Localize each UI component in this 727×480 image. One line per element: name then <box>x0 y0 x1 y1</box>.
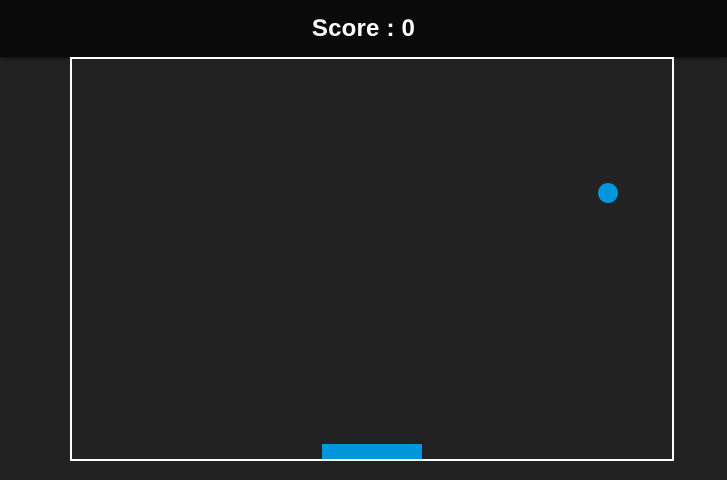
game-board[interactable] <box>70 57 674 461</box>
score-label: Score <box>311 14 380 42</box>
score-value: 0 <box>401 14 416 42</box>
top-bar: Score : 0 <box>0 0 727 57</box>
score-separator: : <box>386 14 395 42</box>
score-display: Score : 0 <box>312 15 415 43</box>
paddle[interactable] <box>322 444 422 459</box>
ball <box>598 183 618 203</box>
